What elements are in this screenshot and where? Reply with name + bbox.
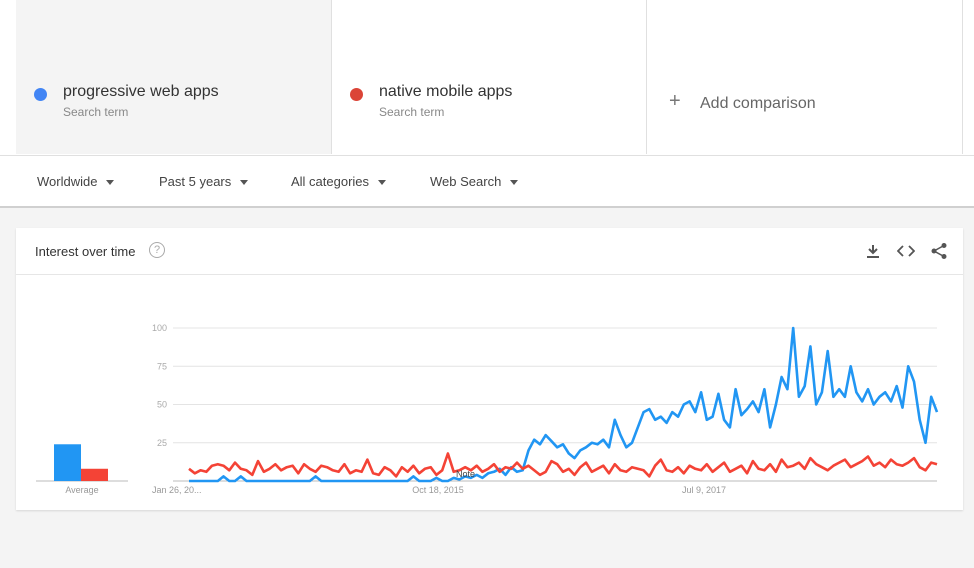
caret-down-icon [240,180,249,186]
interest-chart: 100 75 50 25 Jan 26, 20... Oct 18, 2015 Jul 9,… [36,323,939,495]
term-color-dot [34,88,47,101]
search-term-1[interactable]: progressive web apps Search term [16,64,332,154]
average-bar-0 [54,444,81,481]
y-tick-label: 25 [157,438,167,448]
note-label: Note [456,469,475,479]
category-dropdown[interactable]: All categories [291,174,387,189]
term-header-1 [16,0,332,64]
caret-down-icon [106,180,115,186]
x-tick-label: Jul 9, 2017 [682,485,726,495]
term-type: Search term [379,105,445,119]
region-value: Worldwide [37,174,98,189]
term-header-3 [647,0,963,64]
plus-icon: + [669,90,681,112]
caret-down-icon [378,180,387,186]
term-header-2 [332,0,647,64]
search-terms-bar: progressive web apps Search term native … [0,0,974,155]
add-comparison-button[interactable]: + Add comparison [647,64,963,154]
search-type-dropdown[interactable]: Web Search [430,174,519,189]
average-bar-1 [81,468,108,481]
search-type-value: Web Search [430,174,502,189]
term-name: native mobile apps [379,83,513,100]
caret-down-icon [510,180,519,186]
search-term-2[interactable]: native mobile apps Search term [332,64,647,154]
term-color-dot [350,88,363,101]
y-tick-label: 100 [152,323,167,333]
time-value: Past 5 years [159,174,232,189]
series-line-1 [188,452,938,478]
term-type: Search term [63,105,129,119]
y-tick-label: 75 [157,361,167,371]
filters-bar: Worldwide Past 5 years All categories We… [0,155,974,208]
average-label: Average [65,485,98,495]
y-tick-label: 50 [157,400,167,410]
add-comparison-label: Add comparison [700,95,816,112]
region-dropdown[interactable]: Worldwide [37,174,115,189]
x-tick-label: Oct 18, 2015 [412,485,464,495]
time-dropdown[interactable]: Past 5 years [159,174,249,189]
x-tick-label: Jan 26, 20... [152,485,202,495]
term-name: progressive web apps [63,83,219,100]
interest-over-time-card: Interest over time ? 100 75 50 25 Jan 26, 20… [16,228,963,510]
category-value: All categories [291,174,370,189]
